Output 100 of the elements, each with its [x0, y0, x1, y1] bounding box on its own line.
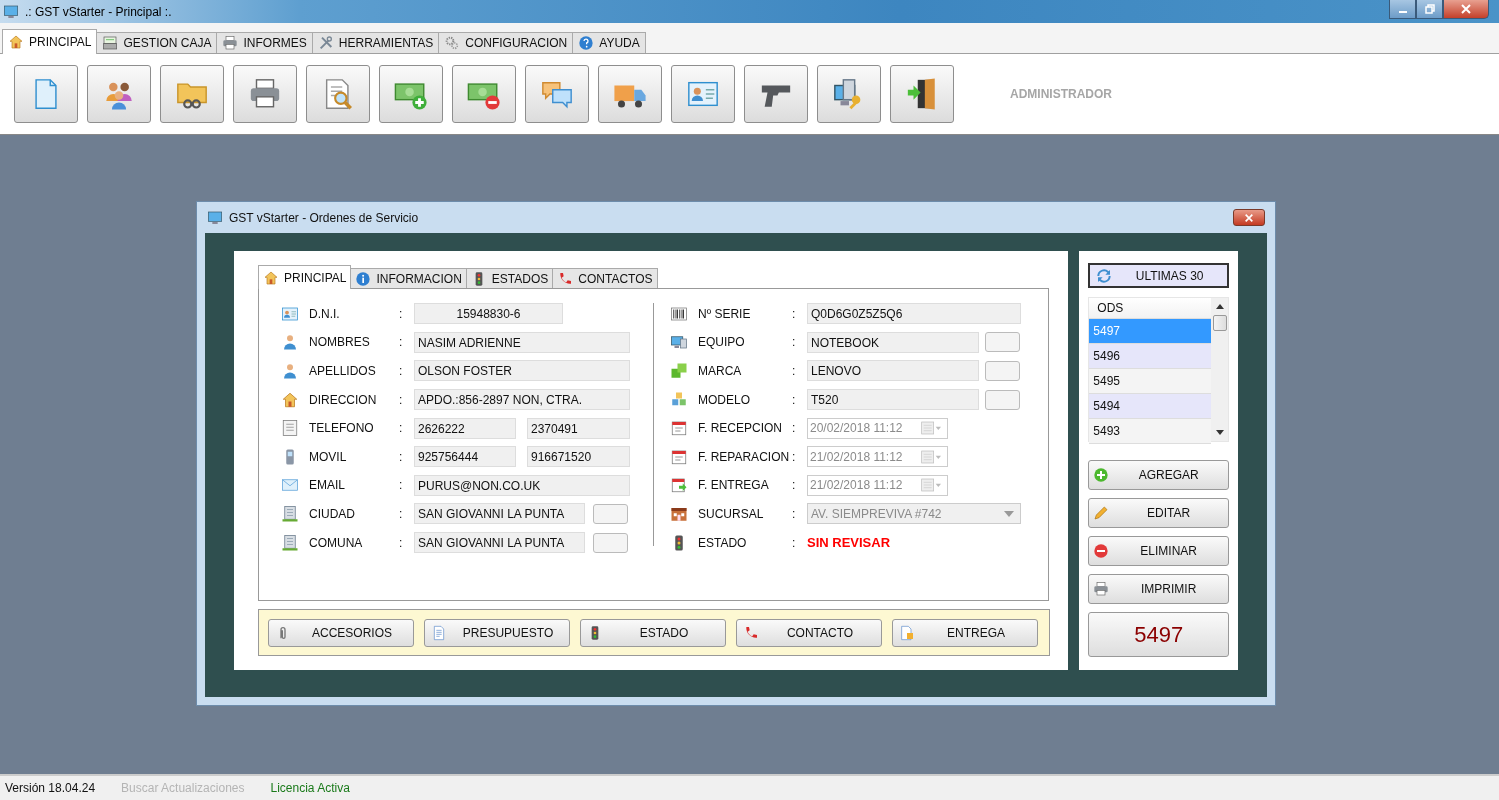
menu-tab[interactable]: CONFIGURACION: [438, 32, 574, 53]
recent-button[interactable]: ULTIMAS 30: [1088, 263, 1229, 288]
text-field[interactable]: 15948830-6: [414, 303, 563, 325]
text-field[interactable]: 916671520: [527, 446, 630, 468]
text-field[interactable]: Q0D6G0Z5Z5Q6: [807, 303, 1021, 325]
calendar-icon: [670, 447, 688, 466]
colon: :: [792, 306, 797, 321]
colon: :: [399, 535, 404, 550]
field-label: DIRECCION: [309, 392, 378, 407]
field-label: MODELO: [698, 392, 751, 407]
colon: :: [792, 421, 797, 436]
text-field[interactable]: 925756444: [414, 446, 516, 468]
field-label: ESTADO: [698, 535, 748, 550]
scroll-thumb[interactable]: [1212, 315, 1227, 331]
monitor-icon: [207, 209, 223, 226]
status-text: Versión 18.04.24: [5, 781, 96, 795]
printer-icon: [1093, 581, 1110, 597]
refresh-icon: [1096, 267, 1113, 284]
side-button[interactable]: IMPRIMIR: [1088, 574, 1229, 604]
order-number-button[interactable]: 5497: [1088, 612, 1229, 657]
form-tab[interactable]: PRINCIPAL: [258, 265, 352, 289]
text-field[interactable]: LENOVO: [807, 360, 979, 382]
text-field[interactable]: SAN GIOVANNI LA PUNTA: [414, 503, 585, 525]
status-text: SIN REVISAR: [807, 535, 891, 551]
form-tab[interactable]: INFORMACION: [350, 268, 467, 288]
menu-tab[interactable]: INFORMES: [216, 32, 313, 53]
action-button[interactable]: ESTADO: [580, 618, 726, 647]
text-field[interactable]: APDO.:856-2897 NON, CTRA.: [414, 389, 630, 411]
document-icon: [431, 624, 447, 641]
restore-icon: [1423, 3, 1436, 15]
action-button[interactable]: ACCESORIOS: [268, 618, 414, 647]
boxes-icon: [670, 362, 688, 380]
scrollbar[interactable]: [1211, 298, 1228, 441]
colon: :: [399, 392, 404, 407]
action-button[interactable]: ENTREGA: [892, 618, 1038, 647]
colon: :: [399, 421, 404, 436]
scroll-down-icon[interactable]: [1215, 430, 1224, 435]
menu-tab[interactable]: PRINCIPAL: [2, 29, 98, 54]
window-title: GST vStarter - Ordenes de Servicio: [229, 210, 419, 225]
text-field[interactable]: NOTEBOOK: [807, 331, 979, 353]
scroll-up-icon[interactable]: [1215, 304, 1224, 309]
action-button[interactable]: CONTACTO: [736, 618, 882, 647]
toolbar-button[interactable]: [744, 65, 808, 123]
field-label: COMUNA: [309, 535, 364, 550]
form-tab[interactable]: CONTACTOS: [552, 268, 658, 288]
toolbar-button[interactable]: [890, 65, 954, 123]
side-button[interactable]: ELIMINAR: [1088, 536, 1229, 566]
form-tab[interactable]: ESTADOS: [465, 268, 554, 288]
list-item[interactable]: 5493: [1089, 419, 1211, 444]
id-card-icon: [281, 304, 299, 323]
colon: :: [399, 506, 404, 521]
colon: :: [399, 478, 404, 493]
building-icon: [281, 533, 299, 552]
text-field[interactable]: SAN GIOVANNI LA PUNTA: [414, 532, 585, 554]
minimize-button[interactable]: [1389, 0, 1416, 19]
field-label: D.N.I.: [309, 306, 341, 321]
caret-icon: [1004, 510, 1014, 517]
side-button[interactable]: EDITAR: [1088, 498, 1229, 528]
menu-tab[interactable]: GESTION CAJA: [96, 32, 218, 53]
colon: :: [792, 506, 797, 521]
text-field[interactable]: PURUS@NON.CO.UK: [414, 474, 630, 496]
close-icon: [1244, 212, 1254, 223]
field-label: MARCA: [698, 364, 743, 378]
monitor-icon: [3, 3, 19, 20]
field-label: F. REPARACION: [698, 449, 791, 464]
menu-tab[interactable]: AYUDA: [572, 32, 646, 53]
user-role: ADMINISTRADOR: [1010, 87, 1112, 101]
settings-icon: [444, 35, 461, 51]
close-button[interactable]: [1233, 209, 1265, 226]
list-item[interactable]: 5496: [1089, 344, 1211, 369]
calendar-icon: [670, 419, 688, 438]
minus-icon: [1093, 543, 1110, 559]
side-button[interactable]: AGREGAR: [1088, 460, 1229, 490]
text-field[interactable]: NASIM ADRIENNE: [414, 331, 630, 353]
list-item[interactable]: 5495: [1089, 369, 1211, 394]
colon: :: [792, 478, 797, 493]
building-icon: [281, 504, 299, 523]
colon: :: [399, 449, 404, 464]
text-field[interactable]: 2370491: [527, 417, 630, 439]
list-item[interactable]: 5494: [1089, 394, 1211, 419]
restore-button[interactable]: [1416, 0, 1443, 19]
person-icon: [281, 333, 299, 352]
text-field[interactable]: OLSON FOSTER: [414, 360, 630, 382]
house-icon: [281, 390, 299, 409]
close-button[interactable]: [1443, 0, 1489, 19]
colon: :: [792, 449, 797, 464]
colon: :: [792, 535, 797, 550]
field-label: F. RECEPCION: [698, 421, 783, 436]
action-button[interactable]: PRESUPUESTO: [424, 618, 570, 647]
colon: :: [792, 392, 797, 407]
text-field[interactable]: 2626222: [414, 417, 516, 439]
text-field[interactable]: T520: [807, 389, 979, 411]
colon: :: [792, 364, 797, 378]
menu-tab[interactable]: HERRAMIENTAS: [311, 32, 440, 53]
field-label: CIUDAD: [309, 506, 356, 521]
phone-list-icon: [281, 419, 299, 438]
house-icon: [8, 34, 24, 50]
field-label: MOVIL: [309, 449, 348, 464]
colon: :: [399, 306, 404, 321]
field-label: F. ENTREGA: [698, 478, 770, 493]
